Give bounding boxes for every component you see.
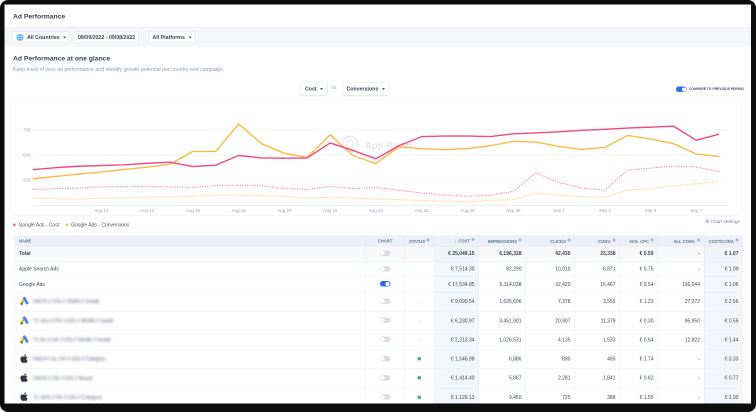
svg-text:Aug 28: Aug 28: [460, 208, 475, 213]
svg-text:Aug 12: Aug 12: [94, 208, 109, 213]
svg-text:250: 250: [23, 178, 31, 183]
svg-text:Sep 5: Sep 5: [645, 208, 657, 213]
svg-text:Sep 1: Sep 1: [553, 208, 565, 213]
svg-text:Sep 7: Sep 7: [690, 208, 702, 213]
svg-text:500: 500: [23, 153, 31, 158]
svg-text:750: 750: [23, 127, 31, 132]
svg-text:Aug 30: Aug 30: [506, 208, 521, 213]
svg-text:Aug 22: Aug 22: [323, 208, 338, 213]
svg-text:Aug 26: Aug 26: [415, 208, 430, 213]
svg-text:Aug 16: Aug 16: [186, 208, 201, 213]
svg-text:Sep 3: Sep 3: [599, 208, 611, 213]
svg-text:Aug 14: Aug 14: [140, 208, 155, 213]
svg-text:Aug 20: Aug 20: [277, 208, 292, 213]
svg-text:Aug 18: Aug 18: [232, 208, 247, 213]
svg-text:Aug 24: Aug 24: [369, 208, 384, 213]
